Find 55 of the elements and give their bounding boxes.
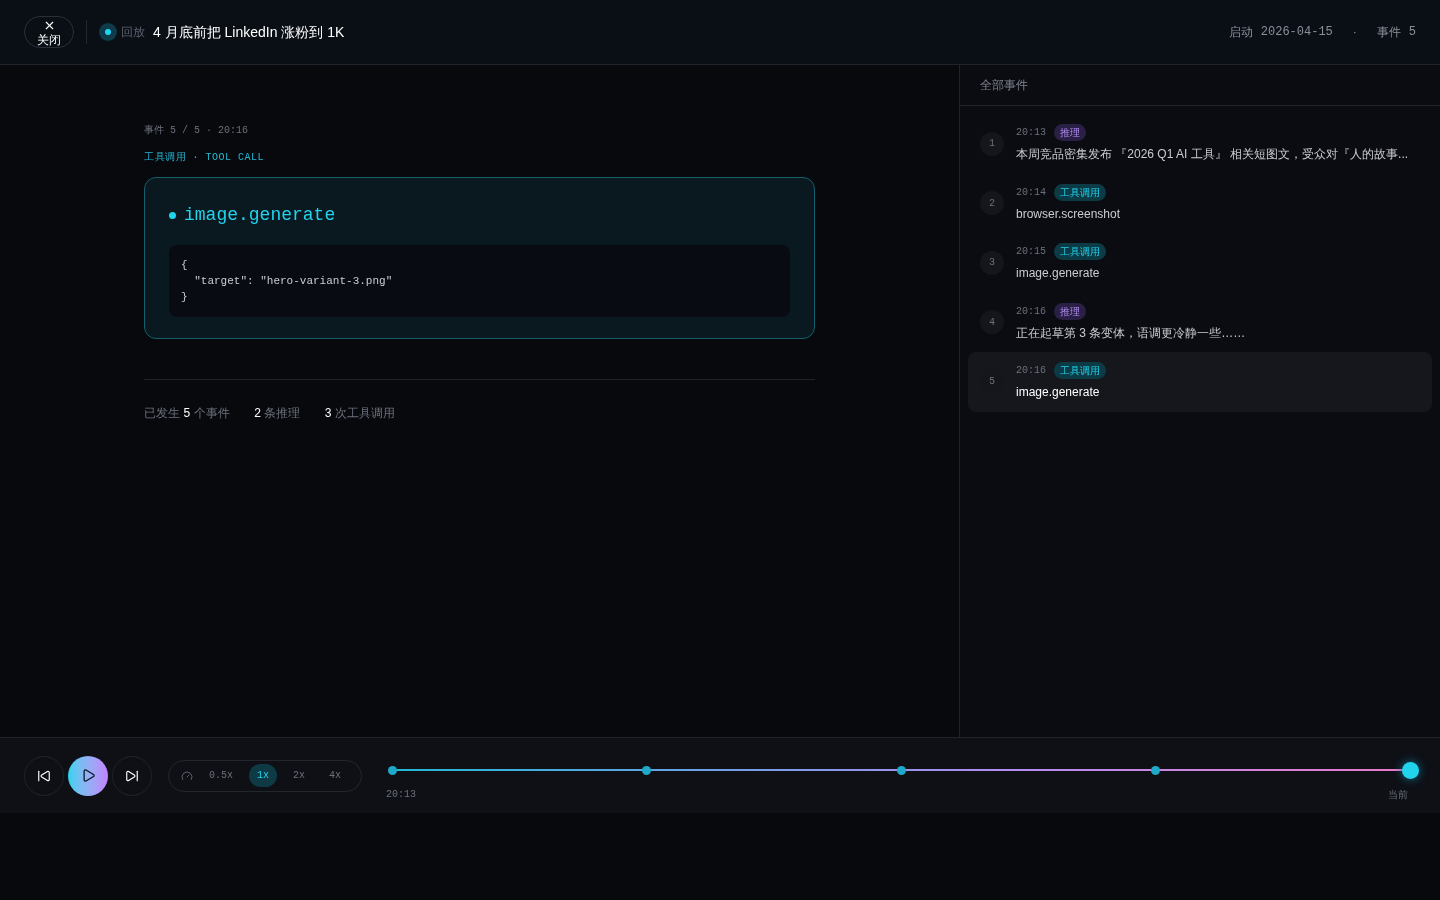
event-time: 20:14 — [1016, 185, 1046, 200]
speed-option[interactable]: 1x — [249, 764, 278, 787]
event-item[interactable]: 1 20:13 推理 本周竞品密集发布 『2026 Q1 AI 工具』 相关短图文，受众对『人的故事... — [968, 114, 1432, 174]
event-tag: 工具调用 — [1054, 243, 1106, 261]
speed-option[interactable]: 4x — [321, 764, 350, 787]
skip-forward-icon — [125, 768, 139, 783]
event-text: image.generate — [1016, 265, 1101, 283]
play-button[interactable] — [68, 755, 108, 796]
gauge-icon — [181, 769, 193, 782]
event-index: 4 — [980, 310, 1004, 335]
event-meta: 事件 5 / 5 · 20:16 — [144, 124, 249, 138]
timeline-marker[interactable] — [896, 765, 906, 775]
event-tag: 工具调用 — [1054, 362, 1106, 380]
event-text: image.generate — [1016, 384, 1101, 402]
speed-option[interactable]: 0.5x — [201, 764, 241, 787]
timeline-marker[interactable] — [387, 765, 397, 775]
event-item[interactable]: 4 20:16 推理 正在起草第 3 条变体，语调更冷静一些…… — [968, 292, 1432, 352]
panel-title: 全部事件 — [980, 77, 1028, 94]
event-type-label: 工具调用 · TOOL CALL — [144, 151, 265, 165]
timeline-start-label: 20:13 — [386, 788, 417, 802]
event-time: 20:15 — [1016, 245, 1046, 260]
mode-label: 回放 — [121, 24, 145, 41]
event-index: 1 — [980, 131, 1004, 156]
event-item[interactable]: 5 20:16 工具调用 image.generate — [968, 352, 1432, 412]
event-time: 20:16 — [1016, 304, 1046, 319]
event-tag: 推理 — [1054, 302, 1086, 320]
event-item[interactable]: 3 20:15 工具调用 image.generate — [968, 233, 1432, 293]
start-label: 启动 — [1228, 24, 1253, 41]
stat-text: 3 次工具调用 — [324, 405, 395, 423]
skip-back-icon — [37, 768, 51, 783]
timeline-end-label: 当前 — [1388, 788, 1408, 802]
timeline-marker[interactable] — [642, 765, 652, 775]
timeline-marker[interactable] — [1151, 765, 1160, 775]
event-time: 20:16 — [1016, 364, 1046, 379]
timeline-thumb[interactable] — [1401, 761, 1419, 779]
stat-text: 已发生 5 个事件 — [144, 405, 230, 423]
event-tag: 工具调用 — [1054, 183, 1106, 201]
start-date: 2026-04-15 — [1260, 24, 1333, 41]
event-text: 本周竞品密集发布 『2026 Q1 AI 工具』 相关短图文，受众对『人的故事... — [1016, 146, 1409, 164]
events-label: 事件 — [1376, 24, 1401, 41]
event-tag: 推理 — [1054, 124, 1086, 142]
stat-text: 2 条推理 — [253, 405, 301, 423]
speed-option[interactable]: 2x — [285, 764, 314, 787]
events-count: 5 — [1408, 24, 1416, 41]
separator-dot: · — [1352, 24, 1357, 41]
event-index: 3 — [980, 250, 1004, 275]
event-time: 20:13 — [1016, 126, 1046, 141]
event-index: 2 — [980, 191, 1004, 216]
event-item[interactable]: 2 20:14 工具调用 browser.screenshot — [968, 173, 1432, 233]
event-text: 正在起草第 3 条变体，语调更冷静一些…… — [1016, 324, 1246, 342]
window-title: 4 月底前把 LinkedIn 涨粉到 1K — [153, 22, 345, 42]
code-block: { "target": "hero-variant-3.png" } — [169, 245, 790, 317]
event-text: browser.screenshot — [1016, 205, 1121, 223]
play-icon — [80, 768, 96, 783]
tool-name: image.generate — [184, 204, 336, 227]
